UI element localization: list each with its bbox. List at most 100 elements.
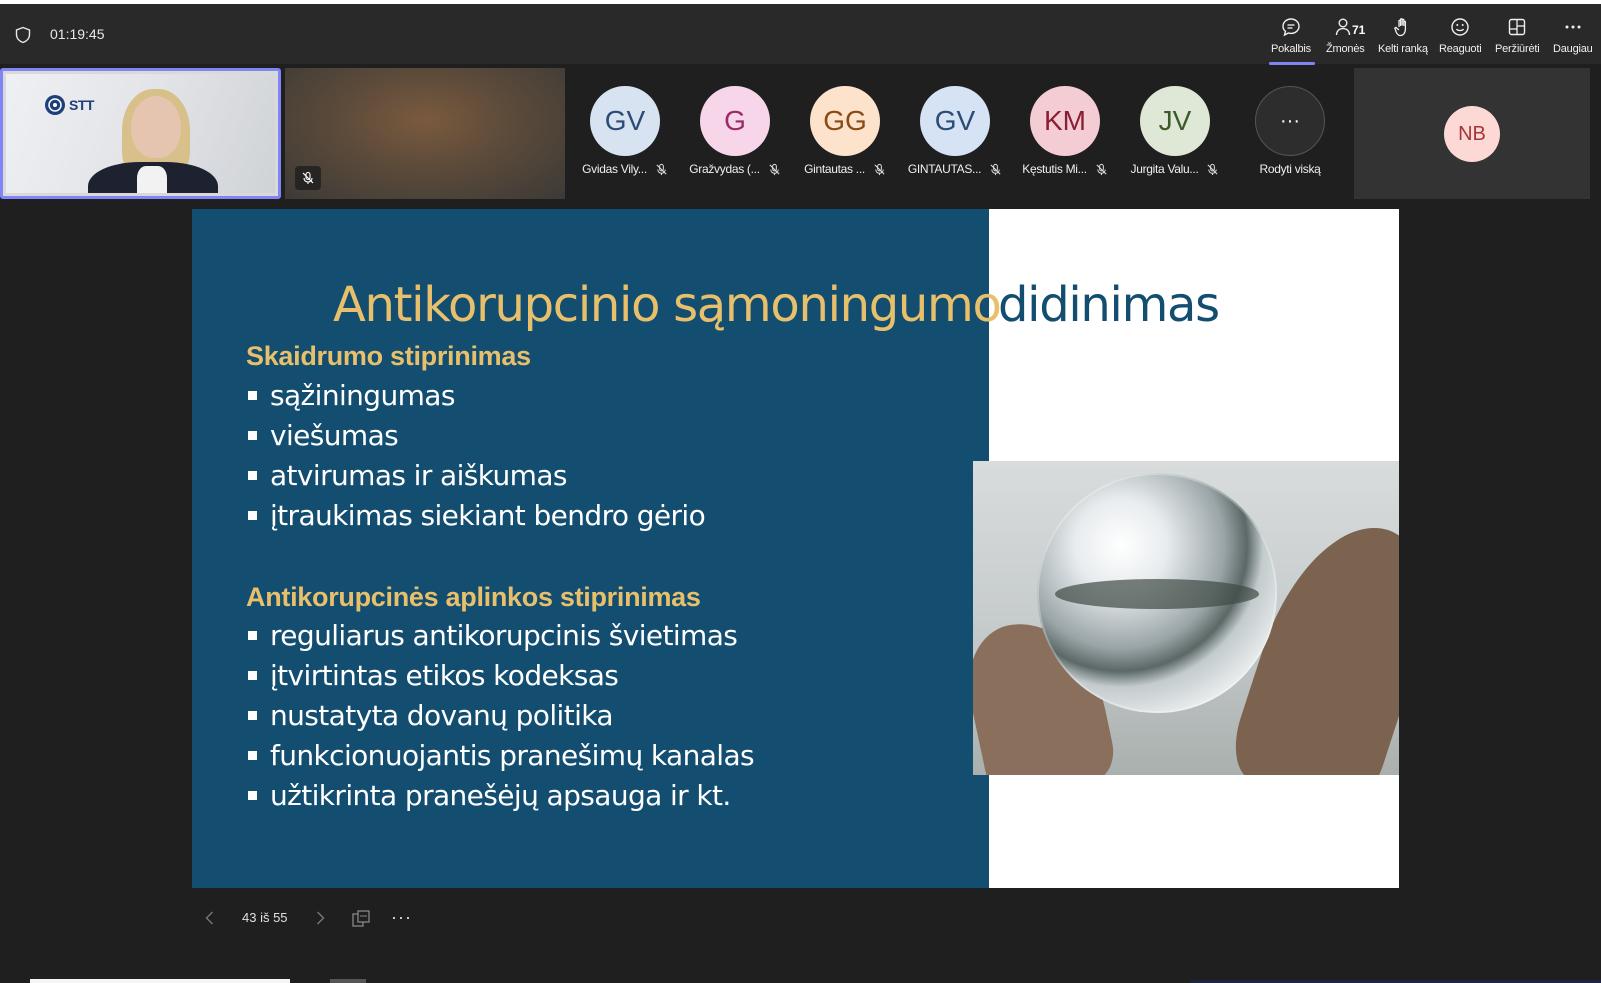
stt-logo: STT — [44, 94, 94, 116]
chat-button[interactable]: Pokalbis — [1271, 12, 1311, 62]
photo-reflection-band — [1055, 579, 1259, 609]
bullet-marker — [248, 511, 257, 520]
slide-bullet-item: viešumas — [248, 419, 399, 452]
participant-tile[interactable]: GV GINTAUTAS... — [905, 86, 1005, 176]
slide-bullet-item: sąžiningumas — [248, 379, 455, 412]
raise-hand-button[interactable]: Kelti ranką — [1378, 12, 1428, 62]
participant-tile[interactable]: GV Gvidas Vily... — [575, 86, 675, 176]
bullet-marker — [248, 471, 257, 480]
mic-off-icon — [1207, 163, 1219, 175]
next-slide-icon[interactable] — [312, 910, 328, 926]
chat-icon — [1282, 18, 1300, 37]
slide-bullet-item: užtikrinta pranešėjų apsauga ir kt. — [248, 779, 731, 812]
participant-avatar: GV — [590, 86, 660, 156]
slide-title-part2: didinimas — [998, 277, 1220, 333]
people-count-badge: 71 — [1352, 23, 1366, 37]
mic-off-icon — [302, 171, 314, 184]
bullet-marker — [248, 751, 257, 760]
presenter-video-frame: STT — [6, 74, 275, 193]
participant-tile[interactable]: KM Kęstutis Mi... — [1015, 86, 1115, 176]
participant-name-row: Gintautas ... — [795, 162, 895, 176]
shield-icon[interactable] — [14, 26, 32, 44]
more-actions-button[interactable]: Daugiau — [1553, 12, 1593, 62]
bullet-text: nustatyta dovanų politika — [270, 699, 614, 732]
show-all-label: Rodyti viską — [1259, 162, 1321, 176]
chat-label: Pokalbis — [1271, 43, 1311, 55]
participant-name: Kęstutis Mi... — [1022, 162, 1087, 176]
slide-title-part1: Antikorupcinio sąmoningumo — [333, 277, 1002, 333]
bullet-text: užtikrinta pranešėjų apsauga ir kt. — [270, 779, 731, 812]
slide-bullet-item: nustatyta dovanų politika — [248, 699, 614, 732]
react-label: Reaguoti — [1439, 43, 1482, 55]
presenter-face — [131, 96, 181, 158]
stt-logo-text: STT — [69, 97, 94, 113]
bullet-marker — [248, 671, 257, 680]
stt-emblem-icon — [45, 95, 65, 115]
presenter-video-tile[interactable]: STT — [0, 68, 281, 199]
bullet-text: atvirumas ir aiškumas — [270, 459, 568, 492]
bullet-text: funkcionuojantis pranešimų kanalas — [270, 739, 755, 772]
meeting-toolbar: 01:19:45 Pokalbis Žmonės 71 Kelti ranką … — [0, 4, 1601, 65]
participant-tile-nb[interactable]: NB — [1354, 68, 1590, 199]
slide-more-options-button[interactable]: ··· — [391, 907, 412, 928]
slide-bullet-item: funkcionuojantis pranešimų kanalas — [248, 739, 755, 772]
slide-thumbnails-icon[interactable] — [351, 909, 371, 929]
active-tab-indicator — [1269, 62, 1315, 65]
bullet-text: viešumas — [270, 419, 399, 452]
smiley-icon — [1451, 18, 1469, 36]
taskbar-edge — [30, 979, 290, 983]
bullet-text: įtvirtintas etikos kodeksas — [270, 659, 619, 692]
bullet-text: įtraukimas siekiant bendro gėrio — [270, 499, 706, 532]
participant-avatar: JV — [1140, 86, 1210, 156]
mic-off-icon — [656, 163, 667, 175]
more-horizontal-icon — [1565, 25, 1581, 29]
raise-hand-icon — [1394, 18, 1406, 37]
bullet-text: sąžiningumas — [270, 379, 455, 412]
participant-avatar: GV — [920, 86, 990, 156]
mic-off-icon — [769, 163, 780, 175]
bullet-marker — [248, 711, 257, 720]
show-all-participants-button[interactable]: ··· Rodyti viską — [1240, 86, 1340, 176]
bullet-marker — [248, 391, 257, 400]
react-button[interactable]: Reaguoti — [1439, 12, 1482, 62]
mic-off-icon — [874, 163, 885, 175]
participant-video-tile[interactable] — [285, 68, 565, 199]
participant-name: Gvidas Vily... — [582, 162, 647, 176]
mic-off-icon — [990, 163, 1001, 175]
participant-name-row: GINTAUTAS... — [905, 162, 1005, 176]
bullet-text: reguliarus antikorupcinis švietimas — [270, 619, 738, 652]
participant-name: Gintautas ... — [804, 162, 865, 176]
view-label: Peržiūrėti — [1495, 43, 1540, 55]
participant-avatar: KM — [1030, 86, 1100, 156]
participant-tile[interactable]: G Gražvydas (... — [685, 86, 785, 176]
slide-bullet-item: reguliarus antikorupcinis švietimas — [248, 619, 738, 652]
section2-heading: Antikorupcinės aplinkos stiprinimas — [246, 582, 701, 612]
bullet-marker — [248, 791, 257, 800]
muted-indicator — [295, 166, 321, 190]
participant-avatar: G — [700, 86, 770, 156]
bullet-marker — [248, 431, 257, 440]
meeting-timer: 01:19:45 — [50, 26, 105, 42]
slide-bullet-item: įtvirtintas etikos kodeksas — [248, 659, 619, 692]
participant-name: Jurgita Valu... — [1130, 162, 1199, 176]
people-label: Žmonės — [1326, 43, 1365, 55]
people-button[interactable]: Žmonės — [1326, 12, 1365, 62]
slide-bullet-item: įtraukimas siekiant bendro gėrio — [248, 499, 706, 532]
mic-off-icon — [1096, 163, 1107, 175]
teams-meeting-window: 01:19:45 Pokalbis Žmonės 71 Kelti ranką … — [0, 0, 1601, 983]
taskbar-edge-dark — [330, 979, 366, 983]
shared-presentation-slide: Antikorupcinio sąmoningumo didinimas Ska… — [192, 209, 1399, 888]
participant-tile[interactable]: GG Gintautas ... — [795, 86, 895, 176]
more-participants-icon: ··· — [1255, 86, 1325, 156]
crystal-ball-photo — [973, 461, 1399, 775]
section1-heading: Skaidrumo stiprinimas — [246, 341, 531, 371]
presenter-shirt — [137, 166, 167, 193]
slide-bullet-item: atvirumas ir aiškumas — [248, 459, 568, 492]
view-button[interactable]: Peržiūrėti — [1495, 12, 1540, 62]
participant-tile[interactable]: JV Jurgita Valu... — [1125, 86, 1225, 176]
participant-name-row: Jurgita Valu... — [1125, 162, 1225, 176]
participant-name: Gražvydas (... — [689, 162, 760, 176]
participant-avatar: GG — [810, 86, 880, 156]
participant-avatar-nb: NB — [1444, 106, 1500, 162]
previous-slide-icon[interactable] — [202, 910, 218, 926]
